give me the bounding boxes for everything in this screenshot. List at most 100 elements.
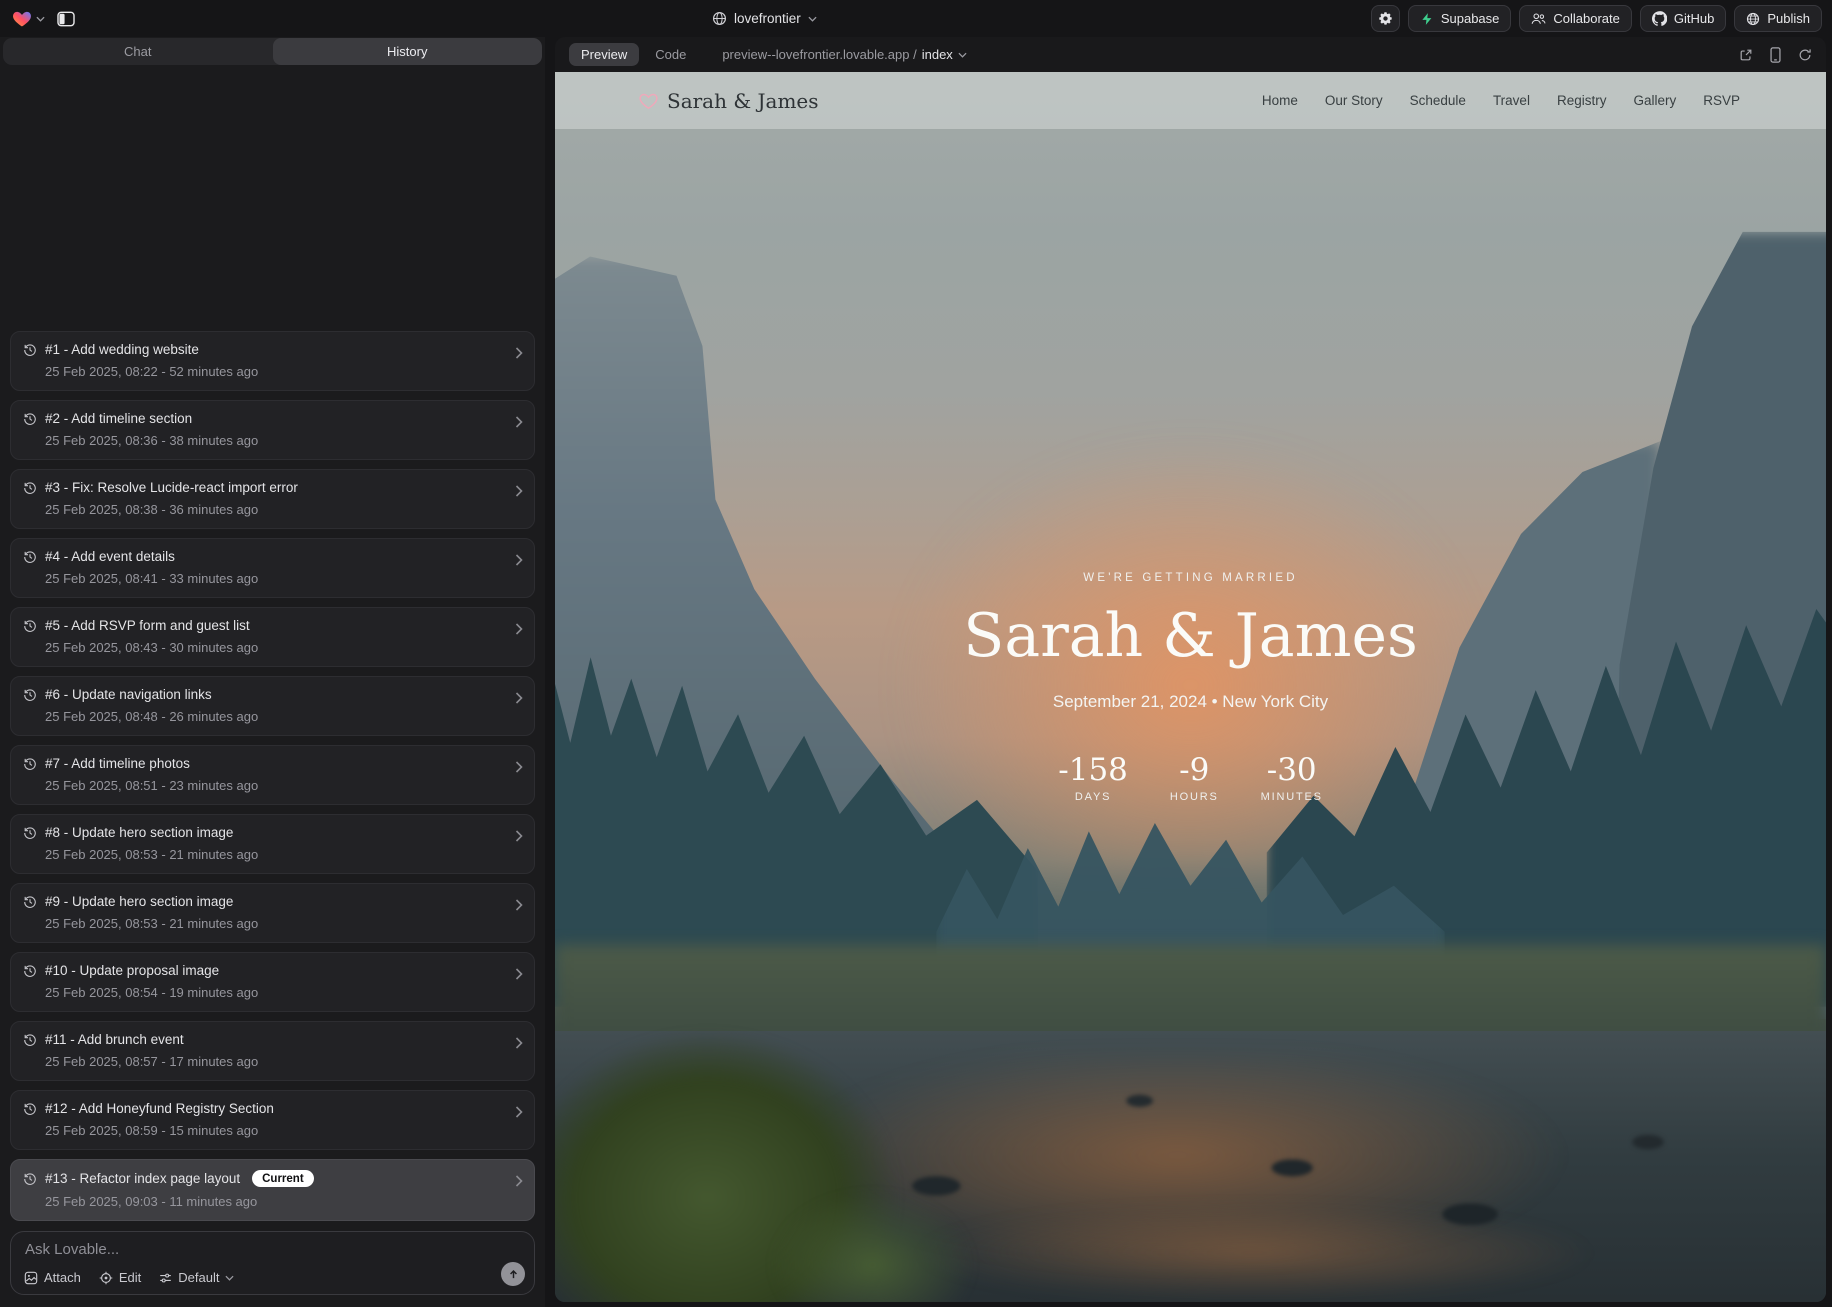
history-restore-icon xyxy=(23,757,37,771)
history-item-title: #3 - Fix: Resolve Lucide-react import er… xyxy=(45,480,298,495)
tab-preview[interactable]: Preview xyxy=(569,43,639,66)
history-item[interactable]: #1 - Add wedding website 25 Feb 2025, 08… xyxy=(10,331,535,391)
hero-title: Sarah & James xyxy=(555,601,1826,671)
history-item-time: 25 Feb 2025, 08:51 - 23 minutes ago xyxy=(45,778,504,793)
history-item[interactable]: #4 - Add event details 25 Feb 2025, 08:4… xyxy=(10,538,535,598)
preview-toolbar: Preview Code preview--lovefrontier.lovab… xyxy=(555,37,1826,72)
history-item-title: #7 - Add timeline photos xyxy=(45,756,190,771)
countdown-unit: -9 HOURS xyxy=(1170,752,1219,803)
history-item[interactable]: #8 - Update hero section image 25 Feb 20… xyxy=(10,814,535,874)
mode-label: Default xyxy=(178,1270,219,1285)
preview-url-base: preview--lovefrontier.lovable.app / xyxy=(722,47,916,62)
site-preview: Sarah & James Home Our Story Schedule Trave… xyxy=(555,72,1826,1302)
history-restore-icon xyxy=(23,895,37,909)
history-item-title: #1 - Add wedding website xyxy=(45,342,199,357)
panel-left-icon xyxy=(57,11,75,27)
history-item[interactable]: #12 - Add Honeyfund Registry Section 25 … xyxy=(10,1090,535,1150)
history-item[interactable]: #13 - Refactor index page layout Current… xyxy=(10,1159,535,1221)
edit-button[interactable]: Edit xyxy=(99,1270,141,1285)
lovable-heart-logo-icon xyxy=(12,9,32,29)
sidebar-toggle-button[interactable] xyxy=(51,6,81,32)
edit-label: Edit xyxy=(119,1270,141,1285)
history-item[interactable]: #7 - Add timeline photos 25 Feb 2025, 08… xyxy=(10,745,535,805)
countdown-value: -9 xyxy=(1170,752,1219,788)
tab-code[interactable]: Code xyxy=(643,43,698,66)
chevron-right-icon xyxy=(515,1175,523,1187)
history-restore-icon xyxy=(23,412,37,426)
history-restore-icon xyxy=(23,1172,37,1186)
panel-tabs: Chat History xyxy=(3,38,542,65)
users-icon xyxy=(1531,12,1546,25)
history-item[interactable]: #3 - Fix: Resolve Lucide-react import er… xyxy=(10,469,535,529)
site-nav-link[interactable]: Home xyxy=(1262,93,1298,108)
github-button[interactable]: GitHub xyxy=(1640,5,1726,32)
site-nav-link[interactable]: Gallery xyxy=(1633,93,1676,108)
hero-eyebrow: WE'RE GETTING MARRIED xyxy=(555,572,1826,584)
history-restore-icon xyxy=(23,826,37,840)
left-panel: Chat History #1 - Add wedding website 25… xyxy=(0,37,545,1307)
tab-history[interactable]: History xyxy=(273,38,543,65)
preview-window: Preview Code preview--lovefrontier.lovab… xyxy=(555,37,1826,1302)
history-item-time: 25 Feb 2025, 09:03 - 11 minutes ago xyxy=(45,1194,504,1209)
sliders-icon xyxy=(159,1272,172,1284)
site-nav-link[interactable]: RSVP xyxy=(1703,93,1740,108)
lovable-logo-menu[interactable] xyxy=(12,9,45,29)
collaborate-button[interactable]: Collaborate xyxy=(1519,5,1632,32)
history-item[interactable]: #5 - Add RSVP form and guest list 25 Feb… xyxy=(10,607,535,667)
history-item-title: #9 - Update hero section image xyxy=(45,894,233,909)
site-nav-link[interactable]: Travel xyxy=(1493,93,1530,108)
arrow-up-icon xyxy=(508,1269,519,1280)
supabase-button[interactable]: Supabase xyxy=(1408,5,1512,32)
mobile-view-button[interactable] xyxy=(1770,47,1781,63)
chevron-right-icon xyxy=(515,761,523,773)
supabase-label: Supabase xyxy=(1441,11,1500,26)
attach-button[interactable]: Attach xyxy=(24,1270,81,1285)
chevron-down-icon xyxy=(225,1275,234,1281)
refresh-button[interactable] xyxy=(1798,48,1812,62)
history-restore-icon xyxy=(23,619,37,633)
mode-select-button[interactable]: Default xyxy=(159,1270,234,1285)
history-item[interactable]: #9 - Update hero section image 25 Feb 20… xyxy=(10,883,535,943)
chevron-right-icon xyxy=(515,416,523,428)
history-restore-icon xyxy=(23,688,37,702)
countdown-label: HOURS xyxy=(1170,791,1219,803)
history-item[interactable]: #6 - Update navigation links 25 Feb 2025… xyxy=(10,676,535,736)
history-item-title: #6 - Update navigation links xyxy=(45,687,212,702)
chevron-right-icon xyxy=(515,554,523,566)
site-brand[interactable]: Sarah & James xyxy=(639,89,819,113)
select-target-icon xyxy=(99,1271,113,1285)
collaborate-label: Collaborate xyxy=(1553,11,1620,26)
countdown-label: MINUTES xyxy=(1261,791,1323,803)
countdown-label: DAYS xyxy=(1058,791,1128,803)
history-item[interactable]: #2 - Add timeline section 25 Feb 2025, 0… xyxy=(10,400,535,460)
chevron-right-icon xyxy=(515,692,523,704)
history-restore-icon xyxy=(23,550,37,564)
chevron-right-icon xyxy=(515,899,523,911)
image-attach-icon xyxy=(24,1271,38,1285)
history-item-time: 25 Feb 2025, 08:22 - 52 minutes ago xyxy=(45,364,504,379)
project-switcher[interactable]: lovefrontier xyxy=(712,0,817,37)
prompt-input[interactable] xyxy=(25,1241,520,1263)
publish-label: Publish xyxy=(1767,11,1810,26)
site-nav-link[interactable]: Registry xyxy=(1557,93,1607,108)
site-brand-name: Sarah & James xyxy=(667,89,819,113)
gear-icon xyxy=(1378,11,1393,26)
history-item-title: #4 - Add event details xyxy=(45,549,175,564)
settings-button[interactable] xyxy=(1371,5,1400,32)
site-nav-link[interactable]: Schedule xyxy=(1410,93,1466,108)
send-prompt-button[interactable] xyxy=(501,1262,525,1286)
tab-chat[interactable]: Chat xyxy=(3,38,273,65)
site-nav-link[interactable]: Our Story xyxy=(1325,93,1383,108)
open-external-button[interactable] xyxy=(1739,48,1753,62)
history-item[interactable]: #11 - Add brunch event 25 Feb 2025, 08:5… xyxy=(10,1021,535,1081)
globe-icon xyxy=(712,11,727,26)
history-list: #1 - Add wedding website 25 Feb 2025, 08… xyxy=(0,69,545,1221)
hero-grass-2 xyxy=(771,1191,974,1302)
publish-button[interactable]: Publish xyxy=(1734,5,1822,32)
countdown-value: -158 xyxy=(1058,752,1128,788)
preview-url[interactable]: preview--lovefrontier.lovable.app / inde… xyxy=(722,47,966,62)
history-item-title: #2 - Add timeline section xyxy=(45,411,192,426)
history-item[interactable]: #10 - Update proposal image 25 Feb 2025,… xyxy=(10,952,535,1012)
history-item-time: 25 Feb 2025, 08:57 - 17 minutes ago xyxy=(45,1054,504,1069)
attach-label: Attach xyxy=(44,1270,81,1285)
